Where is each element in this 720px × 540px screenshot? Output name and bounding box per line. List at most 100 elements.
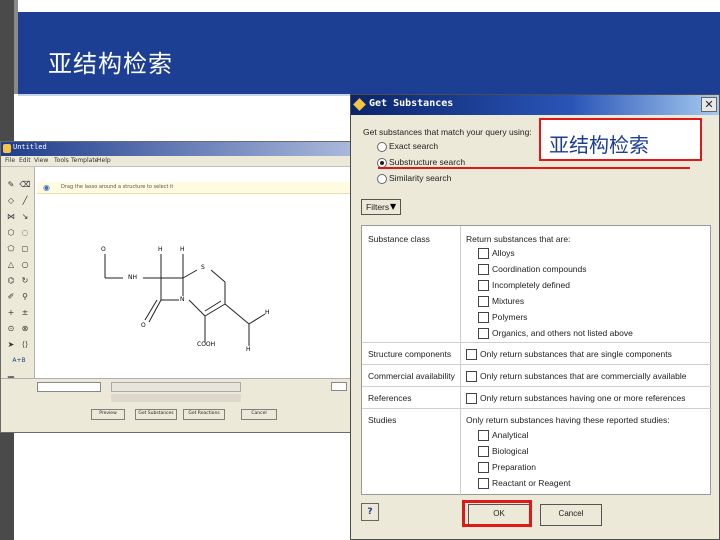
section-label-studies: Studies [368,415,397,425]
get-substances-button[interactable]: Get Substances [135,409,177,420]
menu-view[interactable]: View [34,157,48,164]
bracket-tool-icon[interactable]: ⟨⟩ [19,339,31,351]
search-mode-prompt: Get substances that match your query usi… [363,127,532,137]
option-alloys: Alloys [492,248,515,258]
ring-tool-icon[interactable]: ⬡ [5,227,17,239]
checkbox-coordination[interactable] [478,264,489,275]
option-commercially-available: Only return substances that are commerci… [480,371,687,381]
atom-label-hydrogen: H [246,346,251,353]
drawing-canvas[interactable]: O NH H H S N O H H COOH [37,194,351,378]
checkbox-mixtures[interactable] [478,296,489,307]
option-single-components: Only return substances that are single c… [480,349,672,359]
element-input[interactable] [37,382,101,392]
menu-edit[interactable]: Edit [19,157,31,164]
bond-palette[interactable] [111,394,241,402]
substance-class-heading: Return substances that are: [466,234,571,244]
editor-bottom-panel: Preview Get Substances Get Reactions Can… [1,378,351,432]
element-palette[interactable] [111,382,241,392]
checkbox-organics[interactable] [478,328,489,339]
checkbox-biological[interactable] [478,446,489,457]
option-references: Only return substances having one or mor… [480,393,686,403]
menu-tools[interactable]: Tools [54,157,69,164]
section-divider [362,364,712,365]
eraser-tool-icon[interactable]: ⌫ [19,179,31,191]
menu-help[interactable]: Help [97,157,111,164]
menu-file[interactable]: File [5,157,15,164]
slide-title: 亚结构检索 [48,50,173,78]
circle-tool-icon[interactable]: ○ [19,259,31,271]
benzene-tool-icon[interactable]: ⌬ [5,275,17,287]
menu-template[interactable]: Template [71,157,98,164]
left-stripe-accent [14,0,18,94]
atom-label-hydrogen: H [180,246,185,253]
section-divider [362,342,712,343]
drawing-toolbar: ✎ ⌫ ◇ ╱ ⋈ ↘ ⬡ ◌ ⬠ ◻ △ ○ ⌬ ↻ ✐ ⚲ + ± ⊙ ⊗ … [1,167,35,402]
radio-exact-search[interactable] [377,142,387,152]
help-icon[interactable]: ? [361,503,379,521]
studies-heading: Only return substances having these repo… [466,415,670,425]
checkbox-commercially-available[interactable] [466,371,477,382]
filters-dropdown[interactable]: Filters ▼ [361,199,401,215]
panel-divider [460,226,461,496]
checkbox-single-components[interactable] [466,349,477,360]
editor-hint-bar: ◉ Drag the lasso around a structure to s… [37,182,351,194]
dialog-app-icon [353,98,366,111]
select-tool-icon[interactable]: ⊙ [5,323,17,335]
checkbox-references[interactable] [466,393,477,404]
triangle-tool-icon[interactable]: △ [5,259,17,271]
cancel-button[interactable]: Cancel [540,504,602,526]
zoom-input[interactable] [331,382,347,391]
atom-label-oxygen: O [101,246,106,253]
editor-menubar: File Edit View Tools Template Help [1,156,351,167]
option-analytical: Analytical [492,430,529,440]
section-label-references: References [368,393,412,403]
checkbox-polymers[interactable] [478,312,489,323]
pencil-tool-icon[interactable]: ✎ [5,179,17,191]
charge-tool-icon[interactable]: ± [19,307,31,319]
atom-tool-icon[interactable]: ◇ [5,195,17,207]
reaction-tool-label[interactable]: A+B [5,355,33,367]
editor-title: Untitled [13,143,47,151]
rotate-tool-icon[interactable]: ↻ [19,275,31,287]
annotation-callout: 亚结构检索 [539,118,702,161]
atom-label-carboxyl: COOH [197,341,216,348]
option-preparation: Preparation [492,462,536,472]
preview-button[interactable]: Preview [91,409,125,420]
close-icon[interactable]: ✕ [701,97,717,112]
app-icon [3,144,11,153]
info-icon: ◉ [43,183,50,192]
annotation-underline [378,167,690,169]
chain-tool-icon[interactable]: ⋈ [5,211,17,223]
cancel-editor-button[interactable]: Cancel [241,409,277,420]
pointer-tool-icon[interactable]: ➤ [5,339,17,351]
option-reactant: Reactant or Reagent [492,478,571,488]
plus-tool-icon[interactable]: + [5,307,17,319]
checkbox-incompletely-defined[interactable] [478,280,489,291]
section-divider [362,408,712,409]
option-coordination: Coordination compounds [492,264,587,274]
editor-hint-text: Drag the lasso around a structure to sel… [61,184,174,190]
checkbox-preparation[interactable] [478,462,489,473]
filter-panel: Substance class Return substances that a… [361,225,712,496]
molecule-drawing [104,254,266,346]
dialog-titlebar[interactable]: Get Substances ✕ [351,95,719,115]
section-divider [362,386,712,387]
arrow-tool-icon[interactable]: ↘ [19,211,31,223]
pentagon-tool-icon[interactable]: ⬠ [5,243,17,255]
atom-label-hydrogen: H [265,309,270,316]
annotation-label: 亚结构检索 [549,133,649,157]
checkbox-alloys[interactable] [478,248,489,259]
square-tool-icon[interactable]: ◻ [19,243,31,255]
stereo-tool-icon[interactable]: ⊗ [19,323,31,335]
radio-similarity-search[interactable] [377,174,387,184]
editor-titlebar[interactable]: Untitled [1,142,351,156]
magnify-tool-icon[interactable]: ⚲ [19,291,31,303]
erase-tool-icon[interactable]: ✐ [5,291,17,303]
get-reactions-button[interactable]: Get Reactions [183,409,225,420]
bond-tool-icon[interactable]: ╱ [19,195,31,207]
section-label-commercial: Commercial availability [368,371,455,381]
option-organics: Organics, and others not listed above [492,328,633,338]
lasso-tool-icon[interactable]: ◌ [19,227,31,239]
checkbox-analytical[interactable] [478,430,489,441]
checkbox-reactant[interactable] [478,478,489,489]
